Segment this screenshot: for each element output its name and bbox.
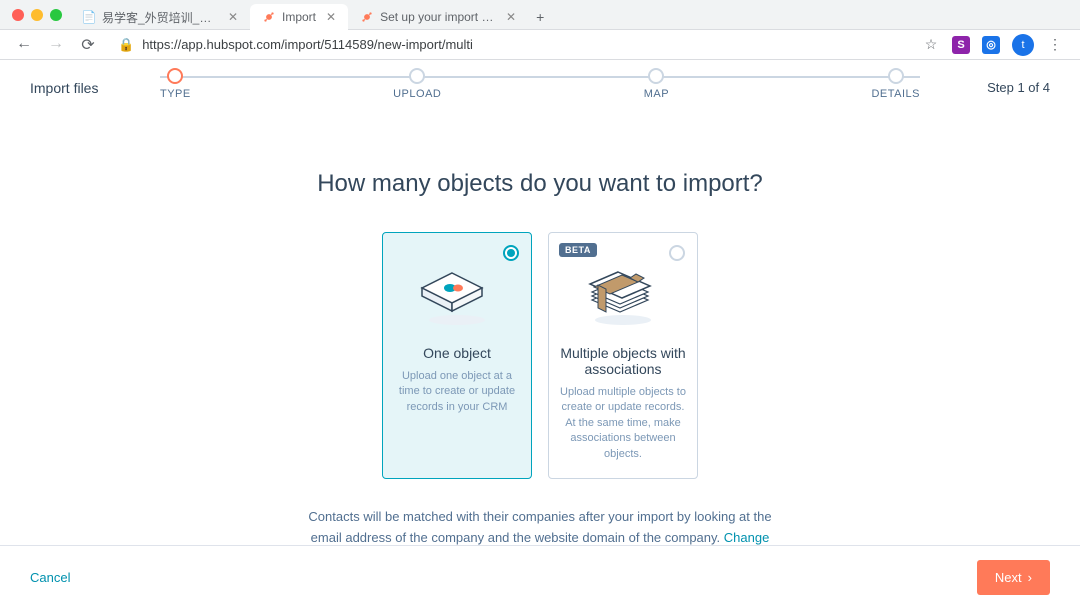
card-description: Upload one object at a time to create or… [393,369,521,415]
chevron-right-icon: › [1028,570,1032,585]
tab-favicon [360,10,374,24]
step-circle-icon [167,68,183,84]
extension-icon[interactable]: ◎ [982,36,1000,54]
card-title: Multiple objects with associations [559,345,687,377]
next-button[interactable]: Next › [977,560,1050,595]
tab-title: Set up your import file [380,10,496,24]
beta-badge: BETA [559,243,597,257]
url-text: https://app.hubspot.com/import/5114589/n… [142,37,473,52]
card-illustration-icon [393,255,521,335]
step-indicator: Step 1 of 4 [987,80,1050,95]
close-tab-icon[interactable]: ✕ [506,10,516,24]
stepper-step-map: MAP [644,68,669,100]
card-title: One object [393,345,521,361]
new-tab-button[interactable]: + [528,9,552,25]
stepper-step-details: DETAILS [871,68,920,100]
minimize-window-button[interactable] [31,9,43,21]
option-card-one-object[interactable]: One object Upload one object at a time t… [382,232,532,479]
reload-button[interactable]: ⟳ [80,35,96,55]
cancel-button[interactable]: Cancel [30,570,70,585]
footer-bar: Cancel Next › [0,545,1080,609]
browser-toolbar: ← → ⟳ 🔒 https://app.hubspot.com/import/5… [0,30,1080,60]
extension-icon[interactable]: S [952,36,970,54]
stepper-step-type: TYPE [160,68,191,100]
option-cards: One object Upload one object at a time t… [0,232,1080,479]
tab-favicon [262,10,276,24]
tab-title: Import [282,10,316,24]
browser-tab[interactable]: Import ✕ [250,4,348,30]
step-circle-icon [648,68,664,84]
maximize-window-button[interactable] [50,9,62,21]
close-tab-icon[interactable]: ✕ [228,10,238,24]
radio-icon [503,245,519,261]
browser-tab-bar: 📄 易学客_外贸培训_外贸业务培训 ✕ Import ✕ Set up your… [0,0,1080,30]
page-title: Import files [30,80,98,96]
tab-favicon: 📄 [82,10,96,24]
step-circle-icon [888,68,904,84]
lock-icon: 🔒 [118,37,134,53]
browser-tab[interactable]: 📄 易学客_外贸培训_外贸业务培训 ✕ [70,4,250,30]
step-circle-icon [409,68,425,84]
card-illustration-icon [559,255,687,335]
profile-avatar[interactable]: t [1012,34,1034,56]
card-description: Upload multiple objects to create or upd… [559,385,687,462]
page-question: How many objects do you want to import? [0,170,1080,198]
back-button[interactable]: ← [16,35,32,55]
option-card-multiple-objects[interactable]: BETA Multiple objects with association [548,232,698,479]
bookmark-icon[interactable]: ☆ [922,36,940,54]
progress-stepper: TYPE UPLOAD MAP DETAILS [160,68,920,100]
address-bar[interactable]: 🔒 https://app.hubspot.com/import/5114589… [110,37,914,53]
radio-icon [669,245,685,261]
menu-icon[interactable]: ⋮ [1046,36,1064,54]
forward-button[interactable]: → [48,35,64,55]
stepper-step-upload: UPLOAD [393,68,441,100]
tab-title: 易学客_外贸培训_外贸业务培训 [102,9,218,26]
browser-tab[interactable]: Set up your import file ✕ [348,4,528,30]
page-content: Import files Step 1 of 4 TYPE UPLOAD MAP… [0,60,1080,569]
close-window-button[interactable] [12,9,24,21]
close-tab-icon[interactable]: ✕ [326,10,336,24]
